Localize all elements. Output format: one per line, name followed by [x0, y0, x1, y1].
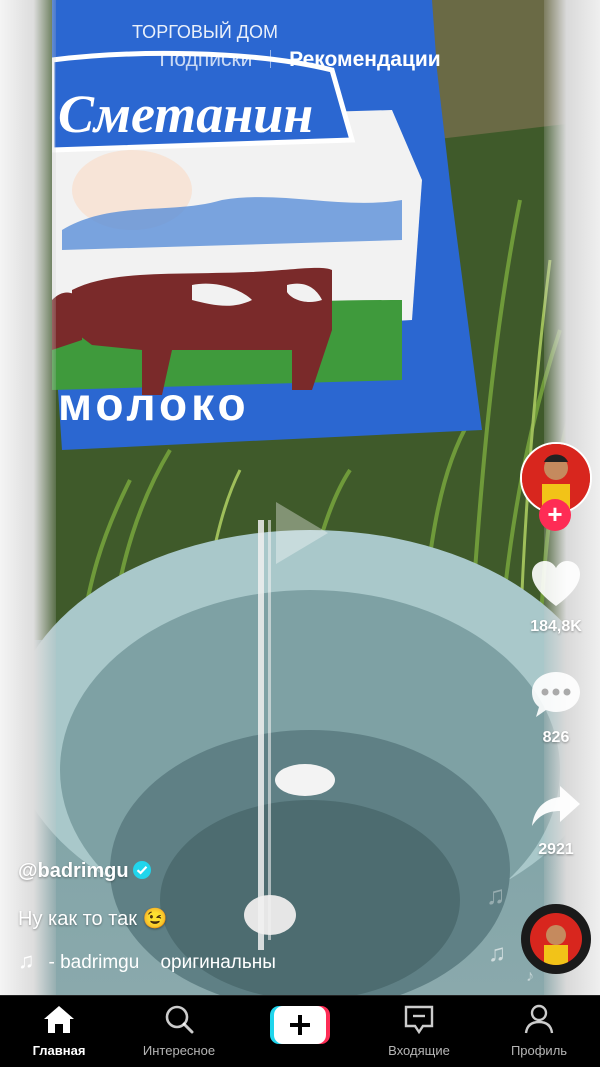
comment-count: 826 — [542, 729, 570, 746]
nav-inbox[interactable]: Входящие — [364, 1004, 474, 1058]
feed-tabs: Подписки Рекомендации — [0, 48, 600, 72]
search-icon — [165, 1005, 194, 1034]
bag-product-text: молоко — [58, 378, 250, 430]
nav-profile[interactable]: Профиль — [484, 1004, 594, 1058]
video-player[interactable]: Сметанин ТОРГОВЫЙ ДОМ молоко — [0, 0, 600, 995]
profile-icon — [524, 1004, 554, 1034]
music-note-icon: ♫ — [488, 940, 506, 967]
left-edge-fade — [0, 0, 56, 995]
nav-discover[interactable]: Интересное — [124, 1004, 234, 1058]
nav-home-label: Главная — [32, 1043, 86, 1058]
heart-icon[interactable] — [530, 560, 582, 610]
music-disc[interactable] — [521, 904, 591, 974]
home-icon — [44, 1006, 74, 1033]
caption-description: Ну как то так 😉 — [18, 908, 168, 930]
bag-topline-text: ТОРГОВЫЙ ДОМ — [132, 21, 278, 42]
comment-icon[interactable] — [530, 670, 582, 720]
tab-for-you[interactable]: Рекомендации — [289, 48, 441, 72]
music-ticker[interactable]: ♫ - badrimgu оригинальны — [18, 948, 318, 974]
nav-inbox-label: Входящие — [388, 1043, 450, 1058]
nav-home[interactable]: Главная — [4, 1004, 114, 1058]
follow-button[interactable]: + — [539, 499, 571, 531]
username-text[interactable]: @badrimgu — [18, 860, 129, 882]
create-icon[interactable] — [270, 1006, 330, 1044]
nav-discover-label: Интересное — [142, 1043, 216, 1058]
like-count: 184,8K — [530, 618, 582, 635]
tab-separator — [270, 50, 272, 68]
share-count: 2921 — [538, 841, 574, 858]
caption-username[interactable]: @badrimgu — [18, 860, 151, 883]
share-icon[interactable] — [530, 782, 582, 832]
disc-cover-image — [530, 913, 582, 965]
tab-following[interactable]: Подписки — [159, 48, 252, 72]
verified-icon — [132, 861, 151, 879]
play-icon[interactable] — [272, 498, 332, 568]
bag-brand-text: Сметанин — [58, 84, 313, 144]
music-note-icon: ♪ — [526, 968, 534, 985]
music-title: оригинальны — [160, 952, 276, 973]
music-note-icon: ♫ — [486, 880, 506, 910]
inbox-icon — [404, 1005, 434, 1035]
music-artist: - badrimgu — [48, 952, 140, 973]
music-note-icon: ♫ — [18, 948, 35, 973]
nav-profile-label: Профиль — [510, 1043, 568, 1058]
bottom-nav: Главная Интересное Входящие Профиль — [0, 995, 600, 1067]
